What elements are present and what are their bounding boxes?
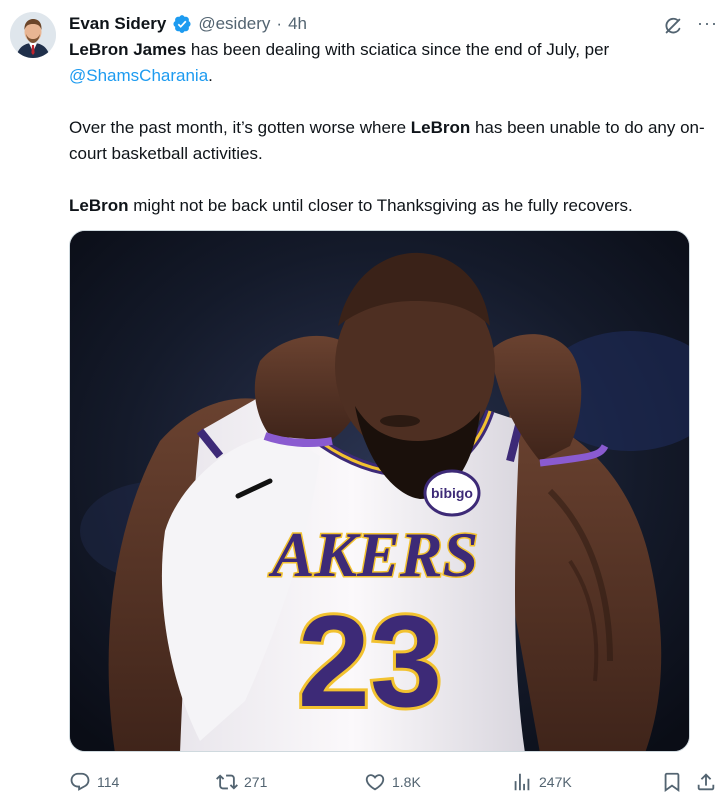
tweet-paragraph-1: LeBron James has been dealing with sciat…	[69, 37, 715, 89]
share-button[interactable]	[695, 771, 717, 793]
share-icon	[697, 773, 715, 791]
jersey-lettering: AKERS	[268, 519, 478, 590]
paragraph-text: .	[208, 66, 213, 85]
tweet-paragraph-2: Over the past month, it’s gotten worse w…	[69, 115, 715, 167]
tweet-paragraph-3: LeBron might not be back until closer to…	[69, 193, 715, 219]
reply-count: 114	[97, 774, 120, 790]
paragraph-text: might not be back until closer to Thanks…	[128, 196, 633, 215]
bold-text: LeBron James	[69, 40, 187, 59]
tweet-text: LeBron James has been dealing with sciat…	[69, 37, 715, 245]
grok-icon[interactable]	[662, 15, 684, 37]
views-button[interactable]: 247K	[511, 771, 572, 793]
author-avatar[interactable]	[10, 12, 56, 58]
bookmark-icon	[664, 772, 680, 793]
author-handle[interactable]: @esidery	[198, 12, 270, 36]
views-count: 247K	[539, 774, 572, 790]
reply-button[interactable]: 114	[69, 771, 119, 793]
mention-link[interactable]: @ShamsCharania	[69, 66, 208, 85]
repost-button[interactable]: 271	[216, 771, 267, 793]
avatar-image	[10, 12, 56, 58]
more-icon[interactable]: ···	[697, 14, 718, 32]
tweet-timestamp[interactable]: 4h	[288, 12, 307, 36]
bookmark-button[interactable]	[661, 771, 683, 793]
tweet-actions-bar: 114 271 1.8K 247K	[69, 768, 715, 796]
bold-text: LeBron	[410, 118, 471, 137]
separator-dot: ·	[276, 14, 283, 33]
tweet-header: Evan Sidery @esidery · 4h	[69, 12, 307, 36]
reply-icon	[70, 772, 90, 791]
jersey-patch-text: bibigo	[431, 485, 473, 501]
paragraph-text: Over the past month, it’s gotten worse w…	[69, 118, 411, 137]
repost-count: 271	[244, 774, 268, 790]
heart-icon	[365, 774, 385, 791]
jersey-number: 23	[298, 588, 443, 734]
paragraph-text: has been dealing with sciatica since the…	[186, 40, 610, 59]
verified-badge-icon	[172, 14, 192, 34]
tweet-media-image[interactable]: bibigo AKERS 23	[69, 230, 690, 752]
views-icon	[514, 773, 530, 791]
repost-icon	[216, 774, 238, 790]
bold-text: LeBron	[69, 196, 129, 215]
author-name[interactable]: Evan Sidery	[69, 12, 166, 36]
like-button[interactable]: 1.8K	[364, 771, 421, 793]
player-photo: bibigo AKERS 23	[70, 231, 689, 751]
like-count: 1.8K	[392, 774, 421, 790]
